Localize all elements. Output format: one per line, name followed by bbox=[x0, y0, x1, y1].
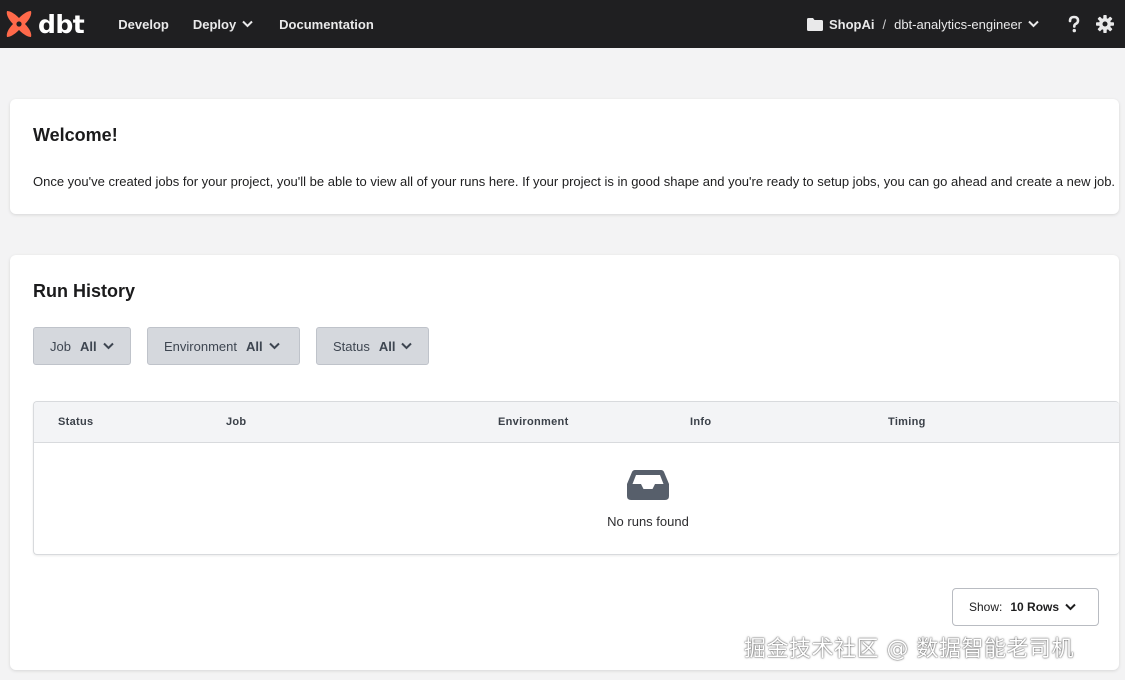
job-filter-label: Job bbox=[50, 338, 71, 354]
nav-documentation-label: Documentation bbox=[279, 16, 374, 32]
welcome-card: Welcome! Once you've created jobs for yo… bbox=[10, 99, 1119, 214]
rows-per-page-value: 10 Rows bbox=[1010, 600, 1060, 614]
nav-right-group: ShopAi / dbt-analytics-engineer bbox=[806, 0, 1125, 48]
rows-per-page-select[interactable]: Show: 10 Rows bbox=[952, 588, 1099, 626]
table-header: Status Job Environment Info Timing bbox=[34, 402, 1119, 443]
welcome-title: Welcome! bbox=[33, 125, 118, 145]
status-filter-value: All bbox=[378, 338, 396, 354]
nav-develop-label: Develop bbox=[118, 16, 169, 32]
project-switcher[interactable]: ShopAi / dbt-analytics-engineer bbox=[806, 16, 1039, 32]
column-header-status[interactable]: Status bbox=[58, 416, 93, 428]
run-history-card: Run History Job All Environment All Stat… bbox=[10, 255, 1119, 670]
rows-per-page-label: Show: bbox=[969, 600, 1003, 614]
project-name: ShopAi bbox=[828, 16, 875, 32]
column-header-job[interactable]: Job bbox=[226, 416, 246, 428]
gear-icon[interactable] bbox=[1096, 15, 1114, 33]
empty-inbox-icon bbox=[627, 470, 669, 500]
nav-deploy-label: Deploy bbox=[192, 16, 237, 32]
run-history-title: Run History bbox=[33, 281, 136, 301]
column-header-info[interactable]: Info bbox=[690, 416, 711, 428]
column-header-timing[interactable]: Timing bbox=[888, 416, 926, 428]
branch-name: dbt-analytics-engineer bbox=[894, 16, 1022, 32]
environment-filter-value: All bbox=[245, 338, 263, 354]
brand-name: dbt bbox=[38, 9, 85, 39]
environment-filter-label: Environment bbox=[164, 338, 237, 354]
dbt-logo-icon bbox=[6, 11, 32, 37]
environment-filter[interactable]: Environment All bbox=[147, 327, 300, 365]
chevron-down-icon bbox=[268, 342, 280, 350]
nav-deploy[interactable]: Deploy bbox=[193, 17, 253, 32]
watermark: 掘金技术社区 @ 数据智能老司机 bbox=[744, 637, 1074, 662]
nav-documentation[interactable]: Documentation bbox=[279, 17, 374, 32]
chevron-down-icon bbox=[1028, 20, 1039, 28]
run-history-table: Status Job Environment Info Timing No ru… bbox=[33, 401, 1119, 555]
nav-develop[interactable]: Develop bbox=[118, 17, 169, 32]
chevron-down-icon bbox=[242, 20, 253, 28]
empty-state-message: No runs found bbox=[607, 514, 689, 529]
status-filter-label: Status bbox=[333, 338, 370, 354]
chevron-down-icon bbox=[102, 342, 114, 350]
status-filter[interactable]: Status All bbox=[316, 327, 429, 365]
job-filter-value: All bbox=[79, 338, 97, 354]
breadcrumb-separator: / bbox=[882, 16, 887, 32]
job-filter[interactable]: Job All bbox=[33, 327, 131, 365]
top-nav-bar: dbt Develop Deploy Documentation ShopAi … bbox=[0, 0, 1125, 48]
chevron-down-icon bbox=[401, 342, 413, 350]
column-header-environment[interactable]: Environment bbox=[498, 416, 569, 428]
chevron-down-icon bbox=[1065, 603, 1076, 611]
welcome-text: Once you've created jobs for your projec… bbox=[33, 174, 1116, 189]
help-icon[interactable] bbox=[1065, 15, 1083, 33]
folder-icon bbox=[806, 17, 823, 31]
dbt-logo[interactable]: dbt bbox=[4, 0, 85, 48]
